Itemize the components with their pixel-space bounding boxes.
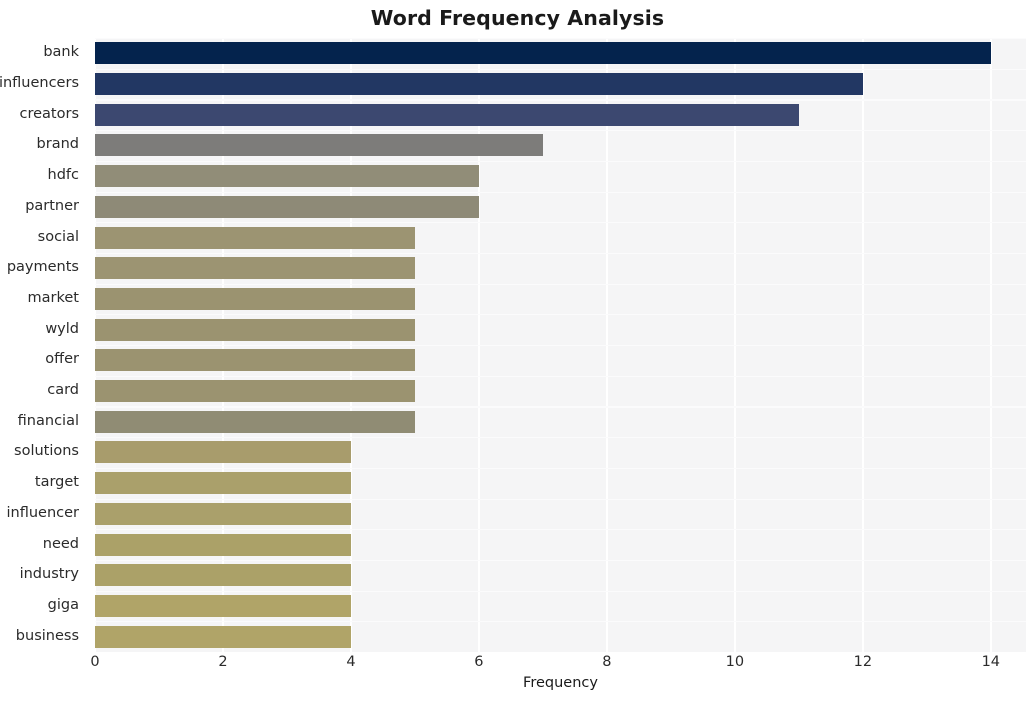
y-tick-label-bank: bank	[43, 44, 79, 61]
bar-bank	[95, 42, 991, 65]
bar-solutions	[95, 441, 351, 464]
gridline-row	[95, 559, 1026, 562]
bar-offer	[95, 349, 415, 372]
bar-wyld	[95, 318, 415, 341]
y-tick-label-brand: brand	[36, 136, 79, 153]
gridline-row	[95, 222, 1026, 224]
y-tick-label-solutions: solutions	[14, 443, 79, 460]
gridline-row	[95, 375, 1026, 377]
gridline-row	[95, 590, 1026, 592]
x-tick-label-10: 10	[725, 654, 745, 670]
y-tick-label-giga: giga	[47, 596, 79, 613]
y-tick-label-target: target	[34, 474, 79, 491]
gridline-row	[95, 314, 1026, 316]
gridline-row	[95, 498, 1026, 500]
bar-hdfc	[95, 165, 479, 188]
gridline-row	[95, 191, 1026, 193]
gridline-row	[95, 68, 1026, 70]
y-tick-label-wyld: wyld	[45, 320, 79, 337]
bar-target	[95, 472, 351, 495]
gridline-row	[95, 406, 1026, 408]
bar-influencers	[95, 73, 863, 96]
x-tick-label-2: 2	[218, 654, 228, 670]
gridline-row	[95, 467, 1026, 469]
y-tick-label-financial: financial	[17, 412, 79, 429]
y-tick-label-influencers: influencers	[0, 75, 79, 92]
bar-financial	[95, 410, 415, 433]
y-tick-label-social: social	[37, 228, 79, 245]
x-axis-label: Frequency	[523, 675, 598, 691]
x-tick-label-8: 8	[602, 654, 612, 670]
gridline-row	[95, 283, 1026, 285]
bar-need	[95, 533, 351, 556]
x-tick-label-0: 0	[90, 654, 100, 670]
y-tick-label-partner: partner	[25, 197, 79, 214]
x-tick-label-14: 14	[981, 654, 1001, 670]
y-tick-label-need: need	[42, 535, 79, 552]
x-tick-label-4: 4	[346, 654, 356, 670]
y-tick-label-card: card	[47, 382, 79, 399]
bar-brand	[95, 134, 543, 157]
y-tick-label-offer: offer	[45, 351, 79, 368]
y-tick-label-industry: industry	[19, 566, 79, 583]
gridline-row	[95, 529, 1026, 531]
gridline-row	[95, 345, 1026, 347]
page-title: Word Frequency Analysis	[370, 6, 665, 30]
y-tick-label-payments: payments	[6, 259, 79, 276]
gridline-row	[95, 38, 1026, 40]
plot-area	[95, 38, 1026, 652]
gridline-row	[95, 621, 1026, 623]
y-tick-label-market: market	[27, 289, 79, 306]
y-axis-tick-labels: bank influencers creators brand hdfc partner s…	[0, 38, 87, 652]
y-tick-label-business: business	[15, 627, 79, 644]
bar-influencer	[95, 502, 351, 525]
gridline-row	[95, 252, 1026, 255]
y-tick-label-creators: creators	[19, 105, 80, 122]
bar-giga	[95, 594, 351, 617]
x-tick-label-6: 6	[474, 654, 484, 670]
bar-payments	[95, 257, 415, 280]
chart-figure: Word Frequency Analysis bank influencers c…	[0, 0, 1035, 701]
y-tick-label-hdfc: hdfc	[47, 167, 79, 184]
gridline-row	[95, 437, 1026, 439]
gridline-row	[95, 130, 1026, 132]
bar-industry	[95, 564, 351, 587]
bar-partner	[95, 195, 479, 218]
bar-social	[95, 226, 415, 249]
x-tick-label-12: 12	[853, 654, 873, 670]
gridline-row	[95, 160, 1026, 162]
bar-card	[95, 380, 415, 403]
bar-market	[95, 287, 415, 310]
bar-business	[95, 625, 351, 648]
gridline-row	[95, 99, 1026, 101]
y-tick-label-influencer: influencer	[6, 504, 79, 521]
bar-creators	[95, 103, 799, 126]
